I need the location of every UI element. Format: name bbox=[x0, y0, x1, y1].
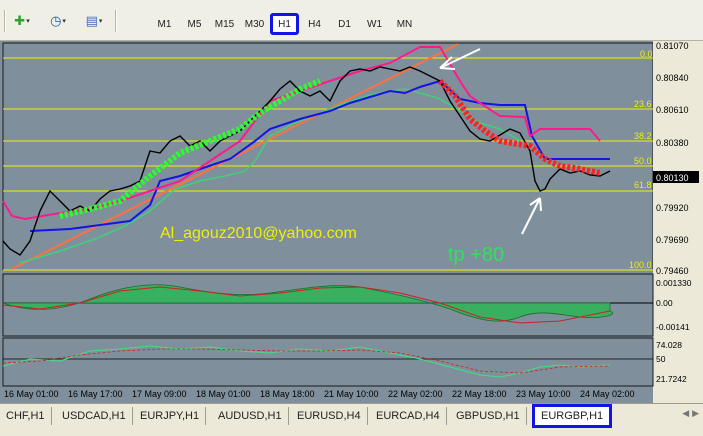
macd-tick-2: -0.00141 bbox=[656, 322, 690, 332]
price-tick-1: 0.80840 bbox=[656, 73, 689, 83]
chart-tabs: CHF,H1 USDCAD,H1 EURJPY,H1 AUDUSD,H1 EUR… bbox=[0, 403, 703, 436]
tab-eurusd-h4[interactable]: EURUSD,H4 bbox=[291, 407, 368, 425]
chart-canvas[interactable]: 0.0 23.6 38.2 50.0 61.8 100.0 Al_agouz20… bbox=[0, 41, 703, 403]
indicator-blue-band bbox=[29, 79, 610, 232]
time-tick-8: 23 May 10:00 bbox=[516, 389, 571, 399]
current-price-label: 0.80130 bbox=[656, 173, 689, 183]
watermark-tp: tp +80 bbox=[448, 244, 504, 266]
arrow-bottom-head-b bbox=[539, 197, 542, 212]
chevron-left-icon[interactable]: ◀ bbox=[682, 409, 689, 419]
fib-label-236: 23.6 bbox=[634, 99, 652, 109]
price-tick-7: 0.79460 bbox=[656, 266, 689, 276]
price-chart[interactable]: 0.0 23.6 38.2 50.0 61.8 100.0 Al_agouz20… bbox=[0, 41, 703, 403]
fib-label-100: 100.0 bbox=[629, 260, 652, 270]
tab-gbpusd-h1[interactable]: GBPUSD,H1 bbox=[450, 407, 527, 425]
toolbar-separator bbox=[115, 10, 116, 32]
rsi-panel[interactable] bbox=[2, 337, 654, 387]
macd-tick-1: 0.00 bbox=[656, 298, 673, 308]
fib-label-618: 61.8 bbox=[634, 180, 652, 190]
price-tick-0: 0.81070 bbox=[656, 41, 689, 51]
timeframe-mn[interactable]: MN bbox=[390, 13, 419, 35]
time-tick-3: 18 May 01:00 bbox=[196, 389, 251, 399]
templates-icon[interactable]: ▤ ▾ bbox=[81, 9, 107, 33]
time-tick-9: 24 May 02:00 bbox=[580, 389, 635, 399]
chevron-down-icon[interactable]: ▾ bbox=[62, 17, 66, 25]
timeframe-h1[interactable]: H1 bbox=[270, 13, 299, 35]
tab-scroll-arrows[interactable]: ◀ ▶ bbox=[682, 409, 699, 419]
price-tick-5: 0.79920 bbox=[656, 203, 689, 213]
clock-icon[interactable]: ◷ ▾ bbox=[45, 9, 71, 33]
uptrend-dots bbox=[59, 78, 322, 219]
price-tick-2: 0.80610 bbox=[656, 105, 689, 115]
timeframe-m15[interactable]: M15 bbox=[210, 13, 239, 35]
timeframe-h4[interactable]: H4 bbox=[300, 13, 329, 35]
indicator-pink-band bbox=[2, 46, 601, 221]
tab-eurcad-h4[interactable]: EURCAD,H4 bbox=[370, 407, 447, 425]
new-chart-icon[interactable]: ✚ ▾ bbox=[9, 9, 35, 33]
toolbar-left: ✚ ▾ ◷ ▾ ▤ ▾ bbox=[0, 8, 120, 34]
timeframe-w1[interactable]: W1 bbox=[360, 13, 389, 35]
timeframe-m30[interactable]: M30 bbox=[240, 13, 269, 35]
chevron-down-icon[interactable]: ▾ bbox=[99, 17, 103, 25]
time-tick-7: 22 May 18:00 bbox=[452, 389, 507, 399]
fib-label-382: 38.2 bbox=[634, 131, 652, 141]
time-tick-2: 17 May 09:00 bbox=[132, 389, 187, 399]
time-tick-0: 16 May 01:00 bbox=[4, 389, 59, 399]
toolbar: ✚ ▾ ◷ ▾ ▤ ▾ M1 M5 M15 M30 H1 H4 D1 W1 MN bbox=[0, 0, 703, 41]
time-tick-1: 16 May 17:00 bbox=[68, 389, 123, 399]
fib-label-0: 0.0 bbox=[640, 49, 653, 59]
price-tick-6: 0.79690 bbox=[656, 235, 689, 245]
time-tick-5: 21 May 10:00 bbox=[324, 389, 379, 399]
chevron-down-icon[interactable]: ▾ bbox=[26, 17, 30, 25]
timeframe-d1[interactable]: D1 bbox=[330, 13, 359, 35]
fib-label-50: 50.0 bbox=[634, 156, 652, 166]
tab-eurgbp-h1[interactable]: EURGBP,H1 bbox=[532, 404, 613, 428]
rsi-tick-0: 74.028 bbox=[656, 340, 682, 350]
tab-usdcad-h1[interactable]: USDCAD,H1 bbox=[56, 407, 133, 425]
chevron-right-icon[interactable]: ▶ bbox=[692, 409, 699, 419]
tab-audusd-h1[interactable]: AUDUSD,H1 bbox=[212, 407, 289, 425]
time-tick-4: 18 May 18:00 bbox=[260, 389, 315, 399]
arrow-top-head-b bbox=[439, 67, 456, 70]
watermark-email: Al_agouz2010@yahoo.com bbox=[160, 225, 357, 242]
rsi-tick-1: 50 bbox=[656, 354, 666, 364]
timeframe-toolbar: M1 M5 M15 M30 H1 H4 D1 W1 MN bbox=[150, 13, 420, 35]
price-tick-3: 0.80380 bbox=[656, 138, 689, 148]
time-tick-6: 22 May 02:00 bbox=[388, 389, 443, 399]
macd-tick-0: 0.001330 bbox=[656, 278, 692, 288]
tab-eurjpy-h1[interactable]: EURJPY,H1 bbox=[134, 407, 207, 425]
toolbar-separator bbox=[4, 10, 5, 32]
timeframe-m1[interactable]: M1 bbox=[150, 13, 179, 35]
rsi-tick-2: 21.7242 bbox=[656, 374, 687, 384]
timeframe-m5[interactable]: M5 bbox=[180, 13, 209, 35]
tab-chf-h1[interactable]: CHF,H1 bbox=[0, 407, 52, 425]
